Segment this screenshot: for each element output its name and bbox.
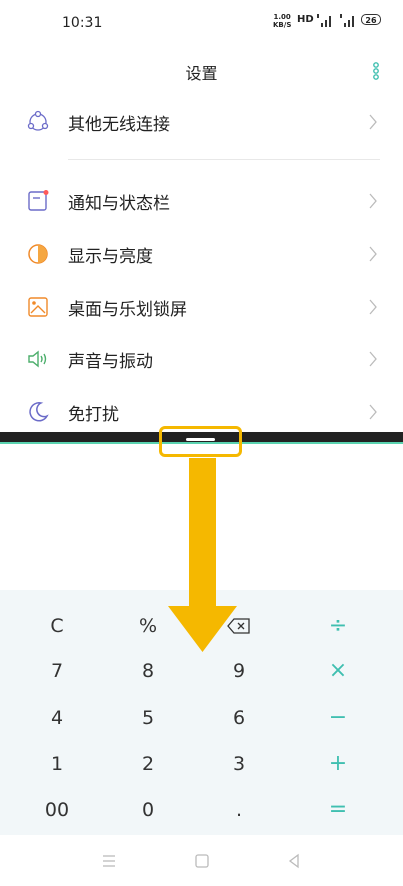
key-clear[interactable]: C xyxy=(17,606,97,646)
signal-icon-2 xyxy=(340,14,354,27)
wallpaper-icon xyxy=(28,297,48,317)
key-divide[interactable]: ÷ xyxy=(298,606,378,646)
home-icon[interactable] xyxy=(190,849,214,873)
wireless-connection-icon xyxy=(27,110,49,131)
key-decimal[interactable]: . xyxy=(199,790,279,830)
notification-icon xyxy=(28,190,49,211)
settings-item-label: 桌面与乐划锁屏 xyxy=(68,300,187,320)
menu-icon[interactable] xyxy=(97,849,121,873)
key-6[interactable]: 6 xyxy=(199,698,279,738)
chevron-right-icon xyxy=(369,351,377,367)
display-brightness-icon xyxy=(28,244,48,264)
chevron-right-icon xyxy=(369,114,377,130)
settings-item-label: 通知与状态栏 xyxy=(68,194,170,214)
settings-item-display[interactable]: 显示与亮度 xyxy=(0,228,403,280)
key-8[interactable]: 8 xyxy=(108,651,188,691)
key-7[interactable]: 7 xyxy=(17,651,97,691)
settings-header: 设置 xyxy=(0,52,403,88)
divider xyxy=(68,159,380,160)
drag-down-arrow-icon xyxy=(168,458,237,652)
key-minus[interactable]: − xyxy=(298,698,378,738)
key-3[interactable]: 3 xyxy=(199,744,279,784)
key-9[interactable]: 9 xyxy=(199,651,279,691)
network-speed: 1.00 KB/S xyxy=(273,13,291,29)
settings-item-label: 免打扰 xyxy=(68,405,119,425)
split-screen-drag-handle[interactable] xyxy=(159,426,242,457)
battery-icon: 26 xyxy=(361,14,381,25)
system-nav-bar xyxy=(0,835,403,886)
settings-item-label: 其他无线连接 xyxy=(68,115,170,135)
chevron-right-icon xyxy=(369,404,377,420)
page-title: 设置 xyxy=(185,64,218,83)
key-plus[interactable]: + xyxy=(298,744,378,784)
settings-item-wireless[interactable]: 其他无线连接 xyxy=(0,96,403,148)
status-bar: 10:31 1.00 KB/S HD 26 xyxy=(0,0,403,40)
key-0[interactable]: 0 xyxy=(108,790,188,830)
signal-icon xyxy=(317,14,331,27)
key-00[interactable]: 00 xyxy=(17,790,97,830)
key-equals[interactable]: = xyxy=(298,790,378,830)
chevron-right-icon xyxy=(369,193,377,209)
network-speed-value: 1.00 xyxy=(273,13,291,21)
settings-item-sound[interactable]: 声音与振动 xyxy=(0,333,403,385)
chevron-right-icon xyxy=(369,299,377,315)
hd-indicator: HD xyxy=(297,14,314,25)
key-4[interactable]: 4 xyxy=(17,698,97,738)
key-multiply[interactable]: × xyxy=(298,651,378,691)
status-time: 10:31 xyxy=(62,15,103,31)
back-icon[interactable] xyxy=(282,849,306,873)
moon-icon xyxy=(29,402,49,422)
key-1[interactable]: 1 xyxy=(17,744,97,784)
settings-item-wallpaper[interactable]: 桌面与乐划锁屏 xyxy=(0,281,403,333)
settings-item-label: 显示与亮度 xyxy=(68,247,153,267)
chevron-right-icon xyxy=(369,246,377,262)
more-vertical-icon[interactable] xyxy=(370,60,382,82)
network-speed-unit: KB/S xyxy=(273,21,292,29)
settings-item-notification[interactable]: 通知与状态栏 xyxy=(0,175,403,227)
settings-item-label: 声音与振动 xyxy=(68,352,153,372)
drag-handle-bar xyxy=(186,438,215,441)
sound-icon xyxy=(28,350,47,368)
key-2[interactable]: 2 xyxy=(108,744,188,784)
key-5[interactable]: 5 xyxy=(108,698,188,738)
